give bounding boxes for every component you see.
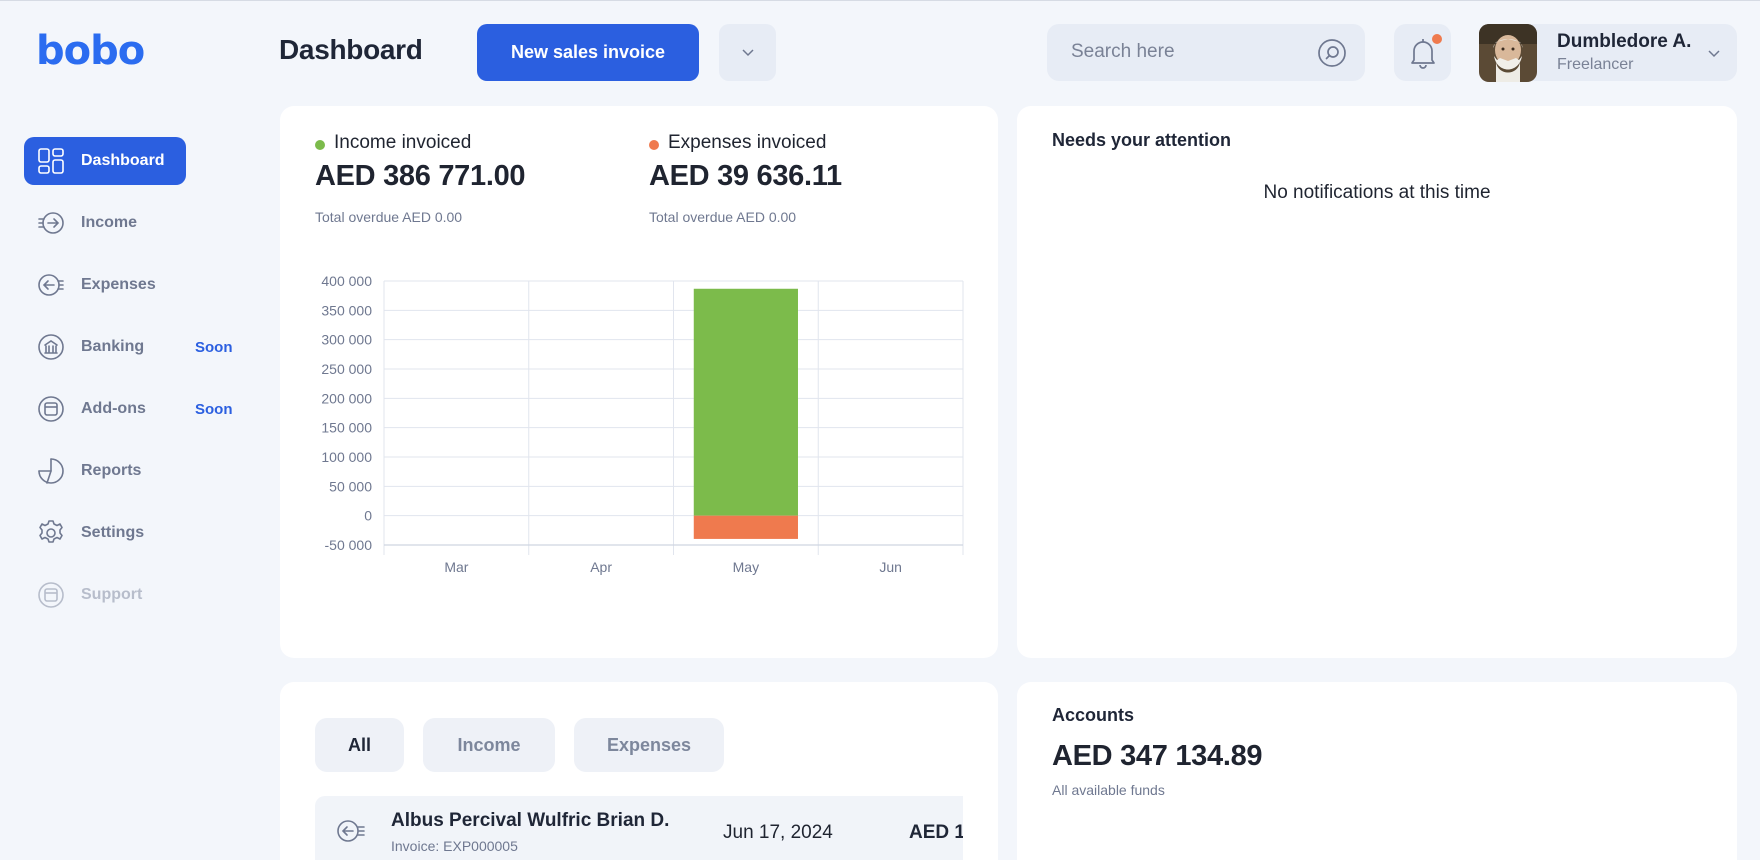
transaction-reference: Invoice: EXP000005 <box>391 838 518 854</box>
sidebar-item-dashboard[interactable]: Dashboard <box>24 137 186 185</box>
sidebar-item-label: Dashboard <box>81 152 165 169</box>
sidebar-item-settings[interactable]: Settings <box>24 509 234 557</box>
expenses-amount: AED 39 636.11 <box>649 160 842 192</box>
y-tick-label: 0 <box>364 508 372 524</box>
avatar <box>1479 24 1537 82</box>
sidebar-item-income[interactable]: Income <box>24 199 234 247</box>
sidebar-item-addons[interactable]: Add-ons Soon <box>24 385 234 433</box>
filter-all-tab[interactable]: All <box>315 718 404 772</box>
sidebar-item-reports[interactable]: Reports <box>24 447 234 495</box>
attention-title: Needs your attention <box>1052 130 1232 150</box>
accounts-total: AED 347 134.89 <box>1052 740 1263 772</box>
top-border <box>0 0 1760 1</box>
y-tick-label: 200 000 <box>321 390 372 406</box>
user-role: Freelancer <box>1557 56 1634 73</box>
sidebar-item-label: Support <box>81 586 143 603</box>
y-tick-label: 350 000 <box>321 302 372 318</box>
sidebar-item-expenses[interactable]: Expenses <box>24 261 234 309</box>
search-box <box>1047 24 1365 81</box>
filter-income-tab[interactable]: Income <box>423 718 555 772</box>
support-icon <box>38 582 64 608</box>
y-tick-label: -50 000 <box>325 537 373 553</box>
filter-expenses-tab[interactable]: Expenses <box>574 718 724 772</box>
notification-dot <box>1432 34 1442 44</box>
dashboard-icon <box>38 148 64 174</box>
y-tick-label: 150 000 <box>321 420 372 436</box>
x-tick-label: Apr <box>590 559 612 575</box>
x-tick-label: Jun <box>879 559 902 575</box>
expenses-overdue: Total overdue AED 0.00 <box>649 209 797 225</box>
income-amount: AED 386 771.00 <box>315 160 526 192</box>
y-tick-label: 100 000 <box>321 449 372 465</box>
accounts-card: Accounts AED 347 134.89 All available fu… <box>1017 682 1737 860</box>
gear-icon <box>39 520 63 543</box>
new-sales-invoice-button[interactable]: New sales invoice <box>477 24 699 81</box>
soon-badge: Soon <box>195 338 233 356</box>
x-tick-label: May <box>733 559 759 575</box>
attention-empty-message: No notifications at this time <box>1263 182 1491 203</box>
sidebar: Dashboard Income Expenses Banking Soon A… <box>24 137 254 633</box>
expenses-label: Expenses invoiced <box>668 132 827 153</box>
user-name: Dumbledore A. <box>1557 31 1692 52</box>
sidebar-item-support[interactable]: Support <box>24 571 234 619</box>
bar-income-invoiced <box>693 288 798 516</box>
expenses-icon <box>337 820 365 842</box>
table-row[interactable]: Albus Percival Wulfric Brian D. Invoice:… <box>315 796 963 860</box>
sidebar-item-label: Income <box>81 214 138 231</box>
search-input[interactable] <box>1071 41 1311 63</box>
invoiced-chart-card: Income invoiced AED 386 771.00 Total ove… <box>280 106 998 658</box>
expenses-legend-dot <box>649 140 659 150</box>
sidebar-item-label: Banking <box>81 338 145 355</box>
y-tick-label: 300 000 <box>321 332 372 348</box>
search-icon[interactable] <box>1317 38 1347 68</box>
sidebar-item-label: Expenses <box>81 276 156 293</box>
reports-icon <box>38 458 64 484</box>
transaction-name: Albus Percival Wulfric Brian D. <box>391 810 670 831</box>
page-title: Dashboard <box>279 34 423 65</box>
addons-icon <box>38 396 64 422</box>
transaction-amount: AED 14 <box>909 822 963 843</box>
accounts-title: Accounts <box>1052 705 1135 725</box>
invoiced-bar-chart: 400 000 350 000 300 000 250 000 200 000 150 0… <box>321 273 964 575</box>
chevron-down-icon <box>741 48 754 56</box>
soon-badge: Soon <box>195 400 233 418</box>
bank-icon <box>38 334 64 360</box>
chevron-down-icon <box>1708 50 1720 58</box>
income-label: Income invoiced <box>334 132 472 153</box>
sidebar-item-label: Add-ons <box>81 400 146 417</box>
transaction-date: Jun 17, 2024 <box>723 822 833 843</box>
transactions-card: All Income Expenses Albus Percival Wulfr… <box>280 682 998 860</box>
bar-expenses-invoiced <box>693 515 798 539</box>
sidebar-item-label: Reports <box>81 462 142 479</box>
y-tick-label: 50 000 <box>329 478 372 494</box>
income-icon <box>38 212 64 234</box>
y-tick-label: 250 000 <box>321 361 372 377</box>
attention-card: Needs your attention No notifications at… <box>1017 106 1737 658</box>
more-actions-button[interactable] <box>719 24 776 81</box>
y-tick-label: 400 000 <box>321 273 372 289</box>
x-tick-label: Mar <box>444 559 468 575</box>
app-logo[interactable]: bobo <box>36 28 145 74</box>
accounts-subtitle: All available funds <box>1052 782 1165 798</box>
income-overdue: Total overdue AED 0.00 <box>315 209 463 225</box>
user-menu[interactable]: Dumbledore A. Freelancer <box>1479 24 1737 82</box>
sidebar-item-banking[interactable]: Banking Soon <box>24 323 234 371</box>
notifications-button[interactable] <box>1394 24 1451 81</box>
income-legend-dot <box>315 140 325 150</box>
expenses-icon <box>38 274 64 296</box>
sidebar-item-label: Settings <box>81 524 145 541</box>
